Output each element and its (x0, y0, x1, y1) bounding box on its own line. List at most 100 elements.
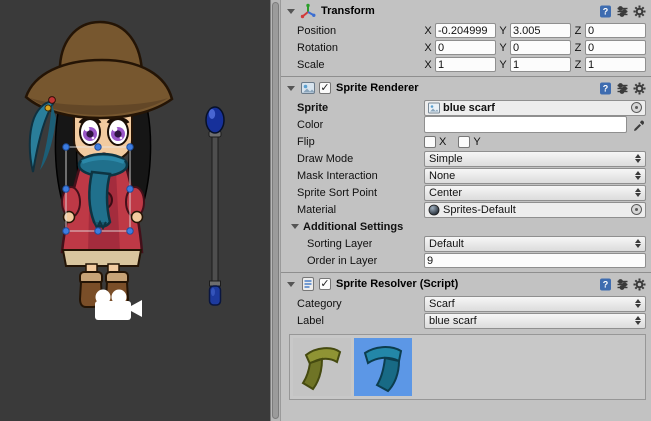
selection-handle (63, 186, 69, 192)
help-icon[interactable]: ? (599, 5, 612, 18)
scrollbar-thumb[interactable] (272, 2, 279, 419)
rotation-z-field[interactable] (585, 40, 646, 55)
dropdown-arrow-icon (635, 316, 641, 325)
sprite-row: Sprite blue scarf (281, 99, 651, 116)
object-picker-icon[interactable] (631, 102, 642, 113)
rotation-y-field[interactable] (510, 40, 571, 55)
eyedropper-icon[interactable] (632, 118, 646, 132)
selection-handle (63, 144, 69, 150)
sprite-renderer-icon (300, 80, 316, 96)
presets-icon[interactable] (616, 278, 629, 291)
material-value: Sprites-Default (443, 204, 516, 216)
sprite-sort-point-dropdown[interactable]: Center (424, 185, 646, 201)
material-object-field[interactable]: Sprites-Default (424, 202, 646, 218)
sprite-sort-point-label: Sprite Sort Point (297, 187, 377, 199)
sorting-layer-dropdown[interactable]: Default (424, 236, 646, 252)
camera-gizmo[interactable] (95, 290, 142, 321)
draw-mode-row: Draw Mode Simple (281, 150, 651, 167)
blue-scarf-thumbnail (355, 339, 411, 395)
gear-icon[interactable] (633, 82, 646, 95)
color-swatch[interactable] (424, 116, 627, 133)
sprite-sort-point-value: Center (429, 187, 462, 199)
scene-view[interactable] (0, 0, 270, 421)
gear-icon[interactable] (633, 5, 646, 18)
axis-x-label: X (424, 25, 432, 37)
scale-z-field[interactable] (585, 57, 646, 72)
mask-interaction-value: None (429, 170, 455, 182)
sprite-label: Sprite (297, 102, 328, 114)
material-label: Material (297, 204, 336, 216)
flip-row: Flip X Y (281, 133, 651, 150)
order-in-layer-label: Order in Layer (307, 255, 377, 267)
object-picker-icon[interactable] (631, 204, 642, 215)
sprite-resolver-header[interactable]: ✓ Sprite Resolver (Script) ? (281, 273, 651, 295)
category-dropdown[interactable]: Scarf (424, 296, 646, 312)
rotation-x-field[interactable] (435, 40, 496, 55)
mask-interaction-row: Mask Interaction None (281, 167, 651, 184)
scale-y-field[interactable] (510, 57, 571, 72)
scale-row: Scale X Y Z (281, 56, 651, 73)
sprite-variant-grid (289, 334, 646, 400)
foldout-arrow-icon[interactable] (287, 9, 295, 14)
svg-text:?: ? (603, 83, 609, 93)
position-z-field[interactable] (585, 23, 646, 38)
presets-icon[interactable] (616, 5, 629, 18)
flip-x-checkbox[interactable] (424, 136, 436, 148)
svg-text:?: ? (603, 279, 609, 289)
sprite-resolver-component: ✓ Sprite Resolver (Script) ? Category (281, 272, 651, 403)
rotation-row: Rotation X Y Z (281, 39, 651, 56)
foldout-arrow-icon[interactable] (291, 224, 299, 229)
sprite-renderer-component: ✓ Sprite Renderer ? Sprite (281, 76, 651, 272)
selection-handle (127, 228, 133, 234)
staff-sprite[interactable] (206, 107, 224, 305)
flip-y-checkbox[interactable] (458, 136, 470, 148)
axis-y-label: Y (499, 59, 507, 71)
presets-icon[interactable] (616, 82, 629, 95)
label-dropdown[interactable]: blue scarf (424, 313, 646, 329)
mask-interaction-label: Mask Interaction (297, 170, 378, 182)
position-y-field[interactable] (510, 23, 571, 38)
sprite-tile-blue-scarf[interactable] (354, 338, 412, 396)
sprite-tile-green-scarf[interactable] (293, 338, 351, 396)
axis-x-label: X (424, 42, 432, 54)
unity-editor: Transform ? Position X (0, 0, 651, 421)
inspector-panel: Transform ? Position X (281, 0, 651, 421)
mask-interaction-dropdown[interactable]: None (424, 168, 646, 184)
scale-x-field[interactable] (435, 57, 496, 72)
green-scarf-thumbnail (294, 339, 350, 395)
scale-label: Scale (297, 59, 325, 71)
dropdown-arrow-icon (635, 299, 641, 308)
additional-settings-label: Additional Settings (303, 221, 403, 233)
axis-y-label: Y (499, 42, 507, 54)
additional-settings-foldout[interactable]: Additional Settings (281, 218, 651, 235)
gear-icon[interactable] (633, 278, 646, 291)
sprite-sort-point-row: Sprite Sort Point Center (281, 184, 651, 201)
sorting-layer-row: Sorting Layer Default (281, 235, 651, 252)
character-sprite[interactable] (26, 22, 172, 307)
axis-y-label: Y (499, 25, 507, 37)
axis-z-label: Z (574, 59, 582, 71)
component-enabled-checkbox[interactable]: ✓ (319, 278, 331, 290)
help-icon[interactable]: ? (599, 278, 612, 291)
inspector-scrollbar[interactable] (270, 0, 281, 421)
order-in-layer-field[interactable] (424, 253, 646, 268)
flip-x-label: X (439, 136, 446, 148)
component-title: Sprite Renderer (336, 82, 419, 94)
draw-mode-dropdown[interactable]: Simple (424, 151, 646, 167)
label-value: blue scarf (429, 315, 477, 327)
help-icon[interactable]: ? (599, 82, 612, 95)
color-row: Color (281, 116, 651, 133)
category-value: Scarf (429, 298, 455, 310)
transform-header[interactable]: Transform ? (281, 0, 651, 22)
sprite-object-field[interactable]: blue scarf (424, 100, 646, 116)
dropdown-arrow-icon (635, 171, 641, 180)
axis-z-label: Z (574, 42, 582, 54)
foldout-arrow-icon[interactable] (287, 282, 295, 287)
foldout-arrow-icon[interactable] (287, 86, 295, 91)
flip-label: Flip (297, 136, 315, 148)
category-label: Category (297, 298, 342, 310)
component-enabled-checkbox[interactable]: ✓ (319, 82, 331, 94)
sprite-renderer-header[interactable]: ✓ Sprite Renderer ? (281, 77, 651, 99)
position-x-field[interactable] (435, 23, 496, 38)
transform-component: Transform ? Position X (281, 0, 651, 76)
